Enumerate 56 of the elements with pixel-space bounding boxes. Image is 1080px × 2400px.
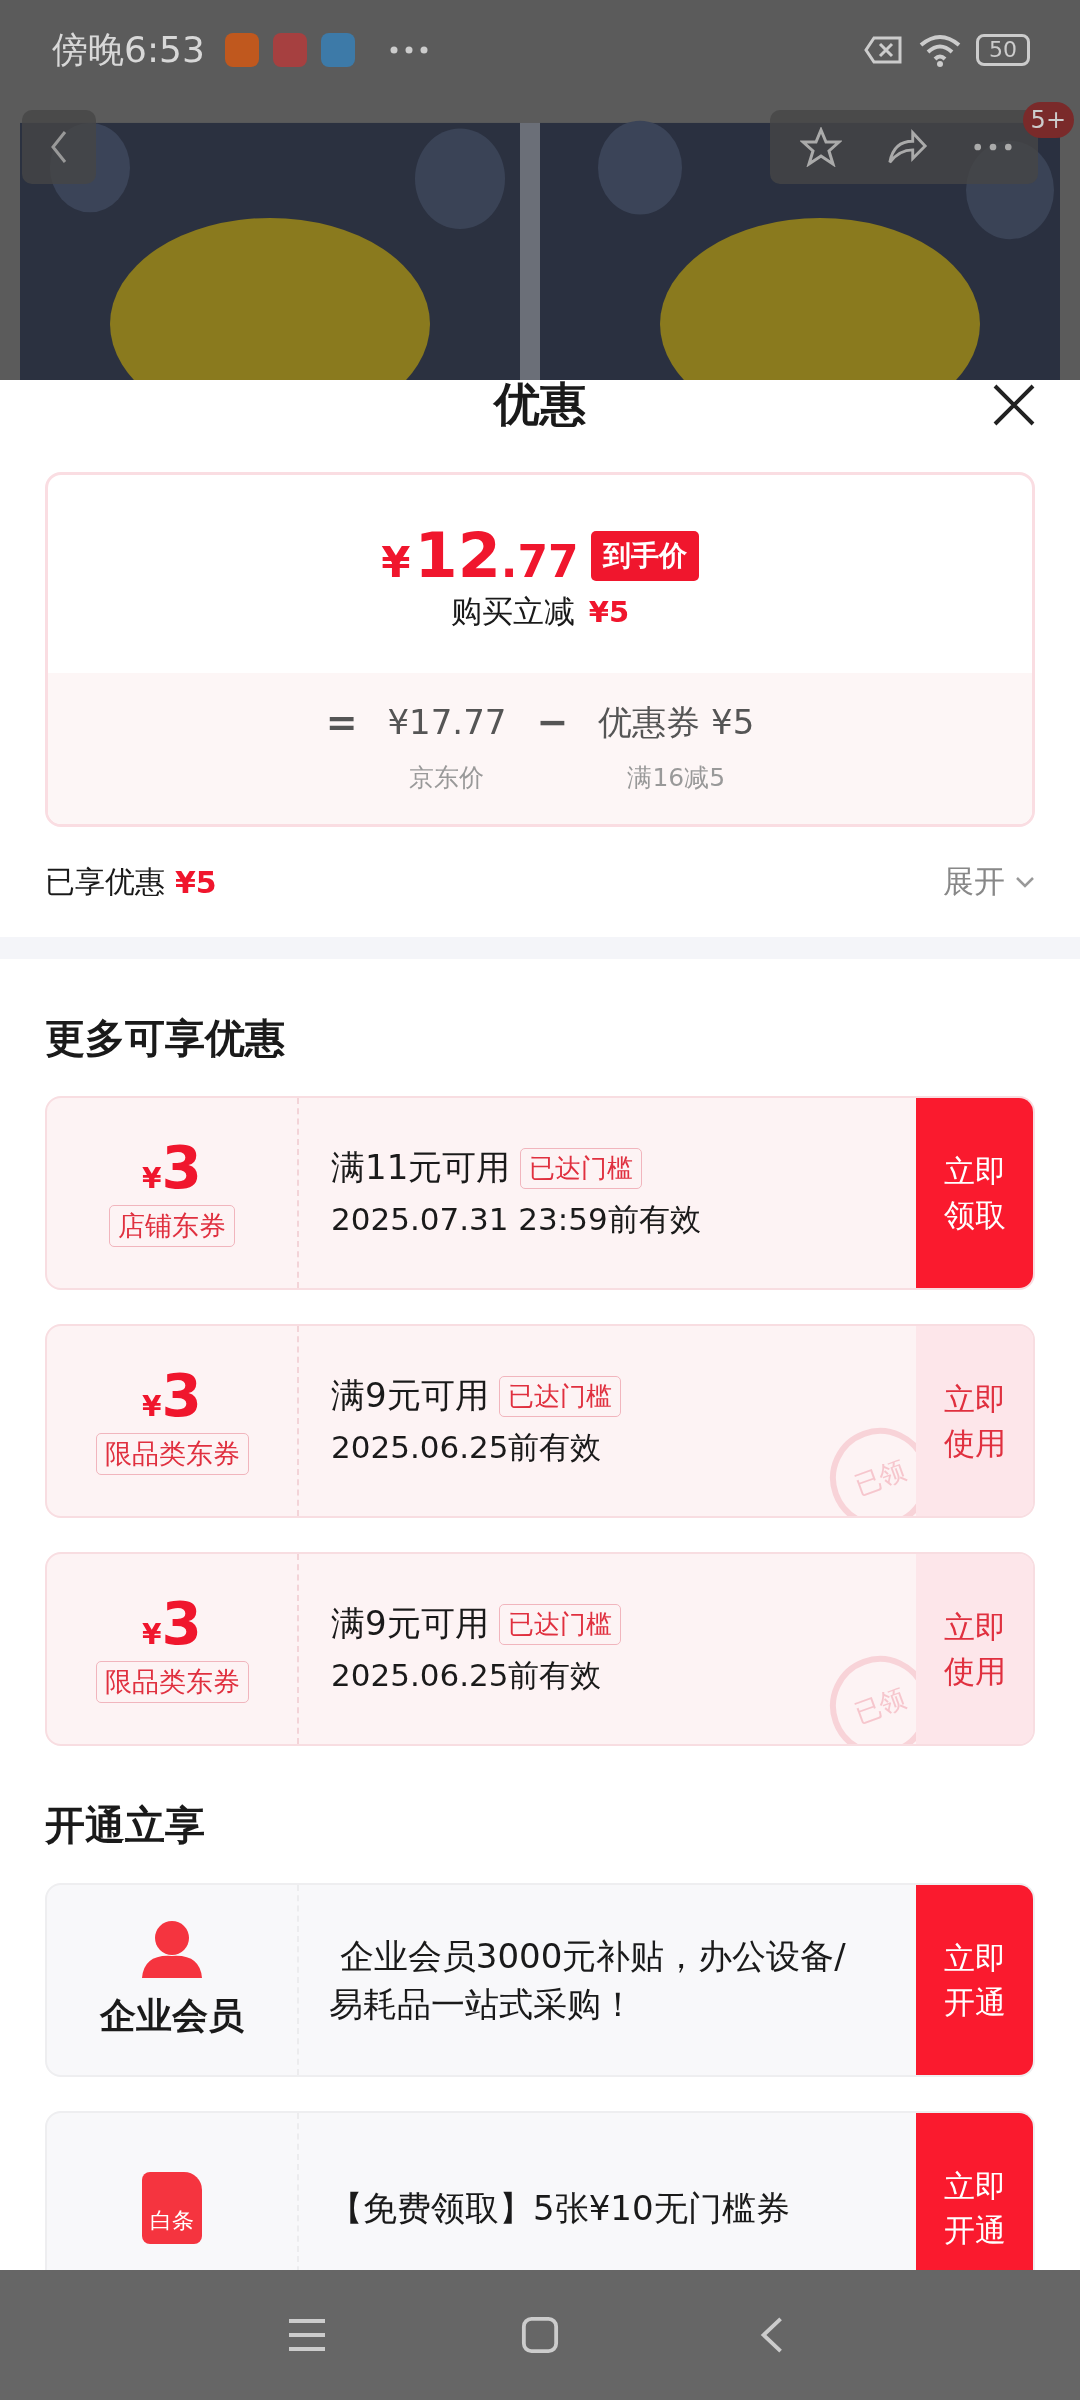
home-icon[interactable]: [520, 2316, 560, 2354]
back-icon[interactable]: [49, 129, 69, 165]
enjoyed-label: 已享优惠: [45, 862, 165, 901]
caret-icon[interactable]: [1015, 876, 1035, 888]
wifi-icon: [918, 33, 962, 67]
equals-sign: =: [325, 699, 358, 746]
card-icon: 白条: [142, 2172, 202, 2244]
coupon-caption: 满16减5: [627, 762, 726, 794]
minus-sign: −: [536, 699, 569, 746]
expand-link[interactable]: 展开: [943, 861, 1005, 903]
star-icon[interactable]: [800, 127, 842, 167]
instant-discount-label: 购买立减: [450, 592, 575, 631]
coupon-tag: 已达门槛: [520, 1147, 643, 1189]
base-price: ¥17.77: [387, 701, 507, 744]
more-notifications-icon: [388, 45, 429, 55]
membership-description: 企业会员3000元补贴，办公设备/易耗品一站式采购！: [329, 1935, 847, 2026]
battery-level: 50: [976, 34, 1030, 66]
coupon-condition: 满11元可用: [331, 1146, 511, 1189]
section-title: 更多可享优惠: [44, 1014, 286, 1063]
status-time: 傍晚6:53: [52, 27, 205, 72]
price-tag: 到手价: [590, 531, 699, 581]
coupon-amount: ¥3: [142, 1139, 202, 1197]
coupon-validity: 2025.07.31 23:59前有效: [331, 1200, 702, 1239]
instant-discount-amount: ¥5: [588, 595, 630, 629]
coupon-validity: 2025.06.25前有效: [331, 1428, 603, 1467]
close-icon[interactable]: [992, 383, 1036, 427]
coupon-action-button[interactable]: 立即领取: [916, 1098, 1033, 1288]
base-price-caption: 京东价: [409, 762, 485, 794]
coupon-amount: ¥3: [142, 1367, 202, 1425]
membership-action-button[interactable]: 立即开通: [916, 1885, 1033, 2075]
menu-icon[interactable]: [286, 2316, 327, 2354]
membership-description: 【免费领取】5张¥10无门槛券: [329, 2187, 790, 2230]
sheet-title: 优惠: [494, 375, 586, 433]
final-price: ¥12.77: [381, 525, 579, 587]
back-button[interactable]: [22, 110, 96, 184]
coupon-tag: 已达门槛: [498, 1603, 621, 1645]
app-notification-icon: [272, 33, 307, 67]
membership-action-button[interactable]: 立即开通: [916, 2113, 1033, 2270]
coupon-condition: 满9元可用: [331, 1374, 489, 1417]
coupon-amount: ¥3: [142, 1595, 202, 1653]
coupon-tag: 已达门槛: [498, 1375, 621, 1417]
coupon-type: 限品类东券: [95, 1661, 249, 1703]
wallet-notification-icon: [320, 33, 355, 67]
no-sim-icon: [864, 36, 904, 64]
coupon-condition: 满9元可用: [331, 1602, 489, 1645]
coupon-type: 店铺东券: [109, 1205, 235, 1247]
coupon-action-button[interactable]: 立即使用: [916, 1326, 1033, 1516]
membership-name: 企业会员: [100, 1993, 244, 2038]
person-icon: [140, 1919, 204, 1980]
coupon-discount: 优惠券 ¥5: [598, 701, 755, 744]
enjoyed-amount: ¥5: [175, 864, 217, 900]
coupon-validity: 2025.06.25前有效: [331, 1656, 603, 1695]
coupon-type: 限品类东券: [95, 1433, 249, 1475]
app-notification-icon: [224, 33, 259, 67]
coupon-action-button[interactable]: 立即使用: [916, 1554, 1033, 1744]
section-title: 开通立享: [44, 1801, 206, 1850]
